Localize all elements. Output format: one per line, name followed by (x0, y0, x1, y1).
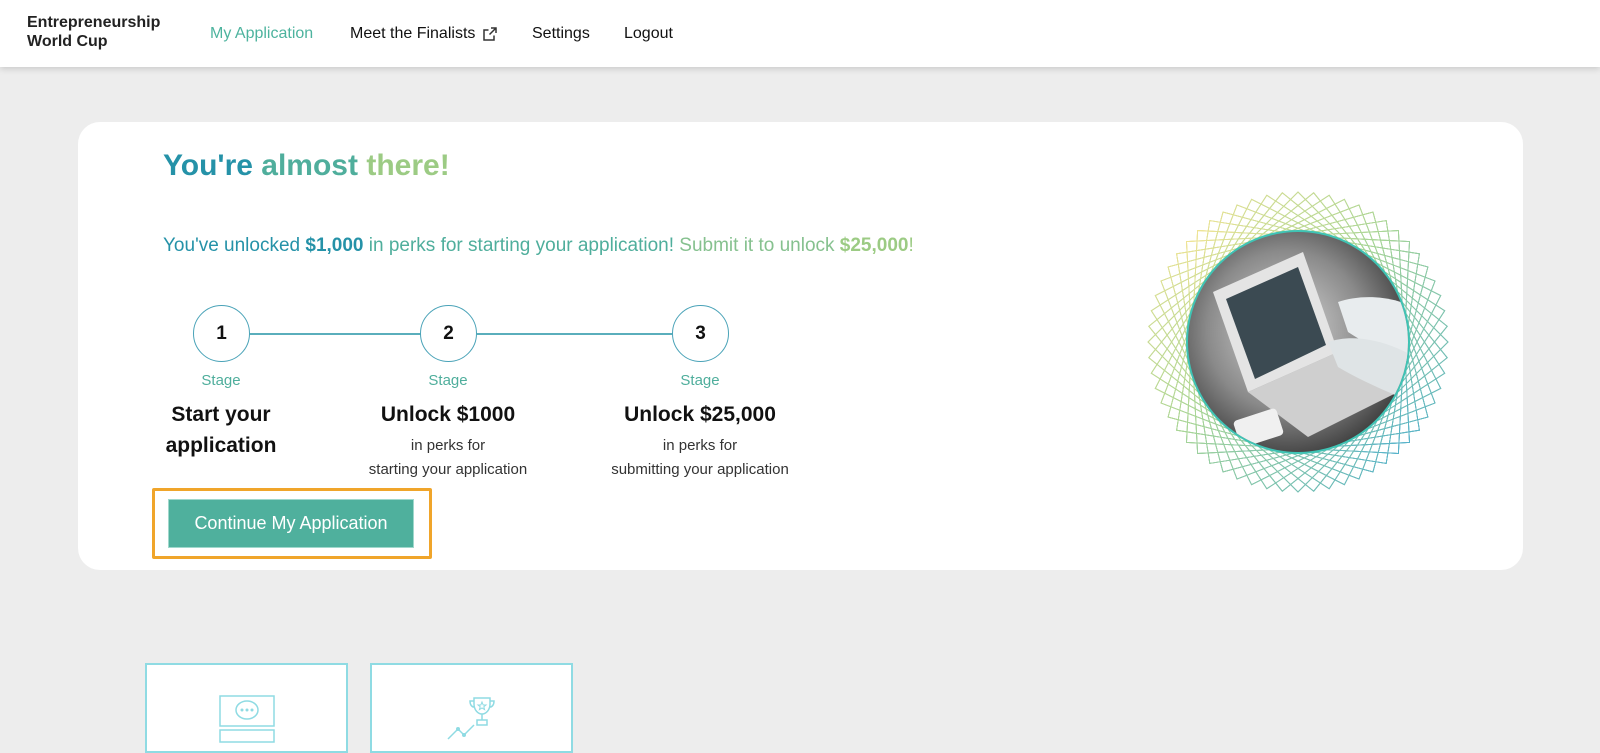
continue-application-button[interactable]: Continue My Application (168, 499, 414, 548)
perks-text-2: in perks for starting your application! (363, 235, 674, 256)
nav-logout[interactable]: Logout (624, 24, 673, 44)
headline-word-1: You're (163, 149, 253, 182)
application-progress-card: You're almost there! You've unlocked $1,… (78, 122, 1523, 570)
step-2-circle: 2 (420, 305, 477, 362)
feature-tile-trophy[interactable] (370, 663, 573, 753)
nav-settings-label: Settings (532, 25, 590, 42)
step-3-title: Unlock $25,000 (624, 403, 776, 426)
step-2-details: Stage Unlock $1000 in perks for starting… (338, 371, 558, 482)
step-3-circle: 3 (672, 305, 729, 362)
step-3-details: Stage Unlock $25,000 in perks for submit… (590, 371, 810, 482)
headline-word-2: almost (261, 149, 358, 182)
page-headline: You're almost there! (163, 148, 450, 184)
step-1-stage-label: Stage (201, 372, 241, 389)
nav-my-application-label: My Application (210, 25, 314, 42)
perks-text-1: You've unlocked (163, 235, 306, 256)
step-2-number: 2 (443, 322, 454, 344)
step-3-subtitle: in perks for submitting your application (611, 437, 789, 478)
progress-connector-1-2 (249, 333, 424, 335)
step-1-circle: 1 (193, 305, 250, 362)
headline-word-3: there! (366, 149, 450, 182)
perks-message: You've unlocked $1,000 in perks for star… (163, 234, 914, 258)
step-2-title: Unlock $1000 (380, 403, 516, 426)
step-2-stage-label: Stage (428, 372, 468, 389)
external-link-icon (483, 27, 498, 41)
hero-laptop-photo (1147, 191, 1449, 493)
nav-logout-label: Logout (624, 25, 673, 42)
step-3-number: 3 (695, 322, 706, 344)
perks-text-3: Submit it to unlock (674, 235, 840, 256)
nav-meet-the-finalists-label: Meet the Finalists (350, 25, 476, 42)
feature-tile-chat[interactable] (145, 663, 348, 753)
nav-meet-the-finalists[interactable]: Meet the Finalists (350, 24, 498, 44)
step-3-stage-label: Stage (680, 372, 720, 389)
perks-text-4: ! (908, 235, 914, 256)
step-2-subtitle: in perks for starting your application (368, 437, 528, 478)
nav-settings[interactable]: Settings (532, 24, 590, 44)
progress-connector-2-3 (477, 333, 672, 335)
step-1-number: 1 (216, 322, 227, 344)
perks-amount-2: $25,000 (839, 235, 909, 256)
step-1-title: Start your application (165, 403, 277, 457)
brand-logo-text[interactable]: Entrepreneurship World Cup (27, 13, 177, 51)
nav-my-application[interactable]: My Application (210, 24, 313, 44)
top-navbar: Entrepreneurship World Cup My Applicatio… (0, 0, 1600, 67)
perks-amount-1: $1,000 (305, 235, 364, 256)
step-1-details: Stage Start your application (111, 371, 331, 461)
